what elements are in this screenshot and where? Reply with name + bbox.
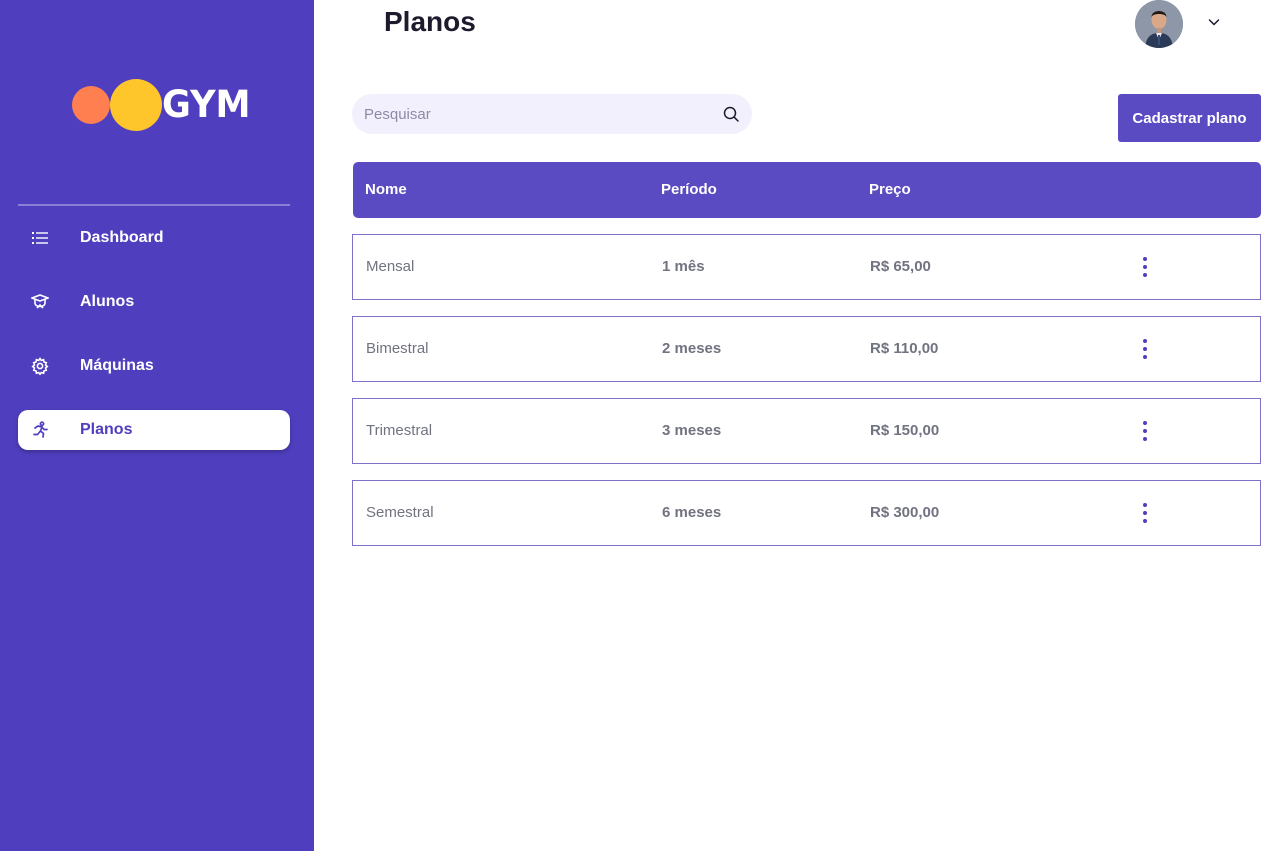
plan-price: R$ 65,00 [870, 258, 931, 275]
list-icon [30, 228, 50, 248]
plan-name: Mensal [366, 258, 415, 275]
gym-logo[interactable]: GYM [72, 78, 251, 132]
table-row[interactable]: Bimestral 2 meses R$ 110,00 [352, 316, 1261, 382]
plan-price: R$ 110,00 [870, 340, 939, 357]
table-row[interactable]: Mensal 1 mês R$ 65,00 [352, 234, 1261, 300]
plan-price: R$ 150,00 [870, 422, 940, 439]
more-options-icon[interactable] [1135, 337, 1155, 361]
column-header-preco[interactable]: Preço [869, 181, 911, 198]
table-row[interactable]: Semestral 6 meses R$ 300,00 [352, 480, 1261, 546]
sidebar-item-planos[interactable]: Planos [18, 410, 290, 450]
add-plan-button[interactable]: Cadastrar plano [1118, 94, 1261, 142]
student-icon [30, 292, 50, 312]
gear-icon [30, 356, 50, 376]
plan-name: Bimestral [366, 340, 429, 357]
search-icon[interactable] [722, 105, 740, 123]
column-header-periodo[interactable]: Período [661, 181, 717, 198]
sidebar-item-label: Máquinas [80, 357, 154, 374]
sidebar-item-label: Alunos [80, 293, 135, 310]
search-input[interactable] [364, 94, 704, 134]
sidebar-item-alunos[interactable]: Alunos [18, 282, 290, 322]
sidebar-item-label: Planos [80, 421, 133, 438]
logo-text: GYM [162, 83, 251, 126]
page-title: Planos [384, 6, 476, 37]
sidebar-item-label: Dashboard [80, 229, 164, 246]
plan-period: 1 mês [662, 258, 705, 275]
more-options-icon[interactable] [1135, 255, 1155, 279]
plan-name: Semestral [366, 504, 434, 521]
logo-circle-orange [72, 86, 110, 124]
more-options-icon[interactable] [1135, 501, 1155, 525]
sidebar-divider [18, 204, 290, 206]
avatar[interactable] [1135, 0, 1183, 48]
plan-period: 6 meses [662, 504, 722, 521]
plan-price: R$ 300,00 [870, 504, 940, 521]
more-options-icon[interactable] [1135, 419, 1155, 443]
table-row[interactable]: Trimestral 3 meses R$ 150,00 [352, 398, 1261, 464]
column-header-nome[interactable]: Nome [365, 181, 407, 198]
plan-period: 2 meses [662, 340, 722, 357]
plan-period: 3 meses [662, 422, 722, 439]
search-bar [352, 94, 752, 134]
sidebar-item-maquinas[interactable]: Máquinas [18, 346, 290, 386]
table-header: Nome Período Preço [353, 162, 1261, 218]
running-icon [30, 420, 50, 440]
logo-circle-yellow [110, 79, 162, 131]
sidebar: GYM Dashboard Alunos Máquinas Planos [0, 0, 314, 851]
sidebar-item-dashboard[interactable]: Dashboard [18, 218, 290, 258]
plan-name: Trimestral [366, 422, 433, 439]
chevron-down-icon[interactable] [1206, 14, 1222, 30]
